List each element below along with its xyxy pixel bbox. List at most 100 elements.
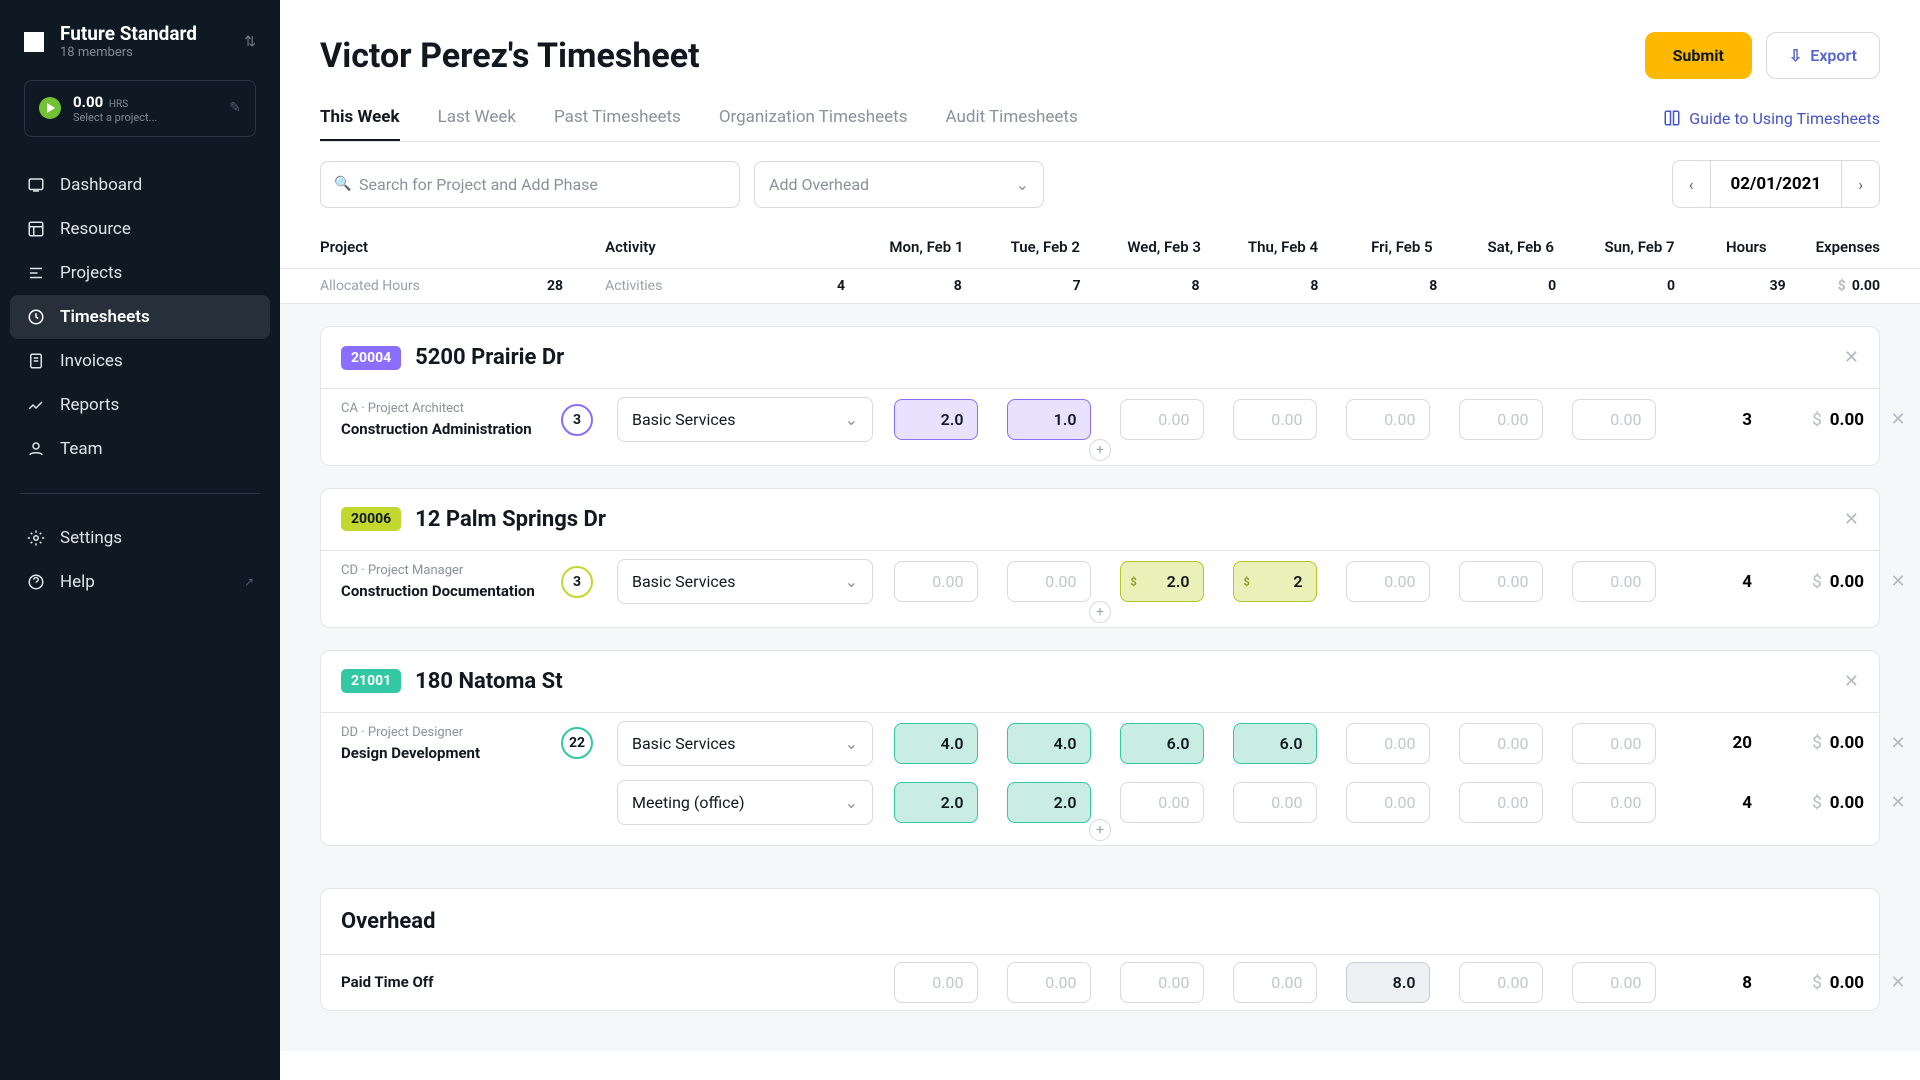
- day-input[interactable]: 2.0: [894, 782, 978, 823]
- budget-circle: 22: [561, 727, 593, 759]
- day-input[interactable]: 4.0: [894, 723, 978, 764]
- delete-row-button[interactable]: ✕: [1880, 972, 1916, 993]
- day-input[interactable]: 0.00: [1459, 399, 1543, 440]
- activity-select[interactable]: Basic Services⌄: [617, 721, 873, 766]
- add-row-button[interactable]: +: [1089, 819, 1111, 841]
- header-tue: Tue, Feb 2: [986, 226, 1105, 269]
- nav-item-team[interactable]: Team: [10, 427, 270, 471]
- delete-row-button[interactable]: ✕: [1880, 409, 1916, 430]
- timer-subtitle: Select a project...: [73, 111, 217, 124]
- projects-icon: [26, 263, 46, 283]
- secondary-nav: Settings Help↗: [0, 512, 280, 608]
- day-input[interactable]: 0.00: [1120, 782, 1204, 823]
- day-input[interactable]: 4.0: [1007, 723, 1091, 764]
- row-hours: 4: [1670, 793, 1760, 813]
- date-display[interactable]: 02/01/2021: [1710, 161, 1843, 207]
- budget-circle: 3: [561, 566, 593, 598]
- tab-last-week[interactable]: Last Week: [438, 107, 516, 141]
- delete-row-button[interactable]: ✕: [1880, 571, 1916, 592]
- nav-item-dashboard[interactable]: Dashboard: [10, 163, 270, 207]
- day-input[interactable]: 2.0: [894, 399, 978, 440]
- day-input[interactable]: 0.00: [1459, 561, 1543, 602]
- day-input[interactable]: 0.00: [1120, 962, 1204, 1003]
- day-input[interactable]: 0.00: [1459, 962, 1543, 1003]
- day-input[interactable]: 1.0: [1007, 399, 1091, 440]
- day-input[interactable]: 0.00: [1233, 399, 1317, 440]
- delete-row-button[interactable]: ✕: [1880, 792, 1916, 813]
- day-input[interactable]: 2.0: [1120, 561, 1204, 602]
- activity-select[interactable]: Basic Services⌄: [617, 397, 873, 442]
- project-badge: 20004: [341, 346, 401, 370]
- day-input[interactable]: 0.00: [1572, 782, 1656, 823]
- brand-subtitle: 18 members: [60, 45, 228, 60]
- day-input[interactable]: 0.00: [1346, 782, 1430, 823]
- activity-select[interactable]: Basic Services⌄: [617, 559, 873, 604]
- chevron-down-icon: ⌄: [845, 793, 858, 812]
- export-button[interactable]: ⇩ Export: [1766, 32, 1880, 79]
- day-input[interactable]: 0.00: [894, 561, 978, 602]
- row-hours: 20: [1670, 733, 1760, 753]
- overhead-select[interactable]: Add Overhead ⌄: [754, 161, 1044, 208]
- day-input[interactable]: 2.0: [1007, 782, 1091, 823]
- book-icon: [1663, 109, 1681, 127]
- tab-organization[interactable]: Organization Timesheets: [719, 107, 908, 141]
- nav-item-help[interactable]: Help↗: [10, 560, 270, 604]
- project-header: 21001 180 Natoma St ✕: [320, 650, 1880, 713]
- edit-icon[interactable]: ✎: [229, 100, 241, 116]
- guide-link[interactable]: Guide to Using Timesheets: [1663, 109, 1880, 140]
- nav-item-invoices[interactable]: Invoices: [10, 339, 270, 383]
- day-input[interactable]: 0.00: [1233, 782, 1317, 823]
- day-input[interactable]: 6.0: [1120, 723, 1204, 764]
- day-input[interactable]: 0.00: [1459, 782, 1543, 823]
- help-icon: [26, 572, 46, 592]
- tab-past[interactable]: Past Timesheets: [554, 107, 681, 141]
- day-input[interactable]: 0.00: [1007, 962, 1091, 1003]
- timer-widget[interactable]: 0.00 HRS Select a project... ✎: [24, 80, 256, 137]
- tab-audit[interactable]: Audit Timesheets: [946, 107, 1078, 141]
- gear-icon: [26, 528, 46, 548]
- close-icon[interactable]: ✕: [1844, 509, 1859, 530]
- brand-switcher[interactable]: Future Standard 18 members ⇅: [0, 24, 280, 80]
- add-row-button[interactable]: +: [1089, 601, 1111, 623]
- project-badge: 21001: [341, 669, 401, 693]
- phase-label: Construction Administration: [341, 420, 561, 439]
- activity-select[interactable]: Meeting (office)⌄: [617, 780, 873, 825]
- add-row-button[interactable]: +: [1089, 439, 1111, 461]
- chevron-down-icon: ⌄: [845, 734, 858, 753]
- date-next-button[interactable]: ›: [1842, 162, 1879, 207]
- role-label: DD · Project Designer: [341, 725, 561, 740]
- day-input[interactable]: 0.00: [1346, 723, 1430, 764]
- day-input[interactable]: 6.0: [1233, 723, 1317, 764]
- nav-item-projects[interactable]: Projects: [10, 251, 270, 295]
- day-input[interactable]: 0.00: [1572, 399, 1656, 440]
- day-input[interactable]: 0.00: [1346, 399, 1430, 440]
- submit-button[interactable]: Submit: [1645, 32, 1752, 79]
- day-input[interactable]: 0.00: [1007, 561, 1091, 602]
- close-icon[interactable]: ✕: [1844, 347, 1859, 368]
- nav-item-reports[interactable]: Reports: [10, 383, 270, 427]
- day-input[interactable]: 0.00: [1120, 399, 1204, 440]
- day-input[interactable]: 0.00: [894, 962, 978, 1003]
- day-input[interactable]: 2: [1233, 561, 1317, 602]
- play-icon[interactable]: [39, 97, 61, 119]
- row-expenses: $0.00: [1760, 793, 1880, 813]
- day-input[interactable]: 0.00: [1572, 962, 1656, 1003]
- chevron-down-icon: ⌄: [845, 410, 858, 429]
- search-project[interactable]: 🔍: [320, 161, 740, 208]
- day-input[interactable]: 8.0: [1346, 962, 1430, 1003]
- day-input[interactable]: 0.00: [1233, 962, 1317, 1003]
- chevron-down-icon: ⌄: [1016, 175, 1029, 194]
- delete-row-button[interactable]: ✕: [1880, 733, 1916, 754]
- search-input[interactable]: [320, 161, 740, 208]
- nav-item-timesheets[interactable]: Timesheets: [10, 295, 270, 339]
- chevron-down-icon: ⌄: [845, 572, 858, 591]
- day-input[interactable]: 0.00: [1572, 561, 1656, 602]
- day-input[interactable]: 0.00: [1572, 723, 1656, 764]
- nav-item-resource[interactable]: Resource: [10, 207, 270, 251]
- day-input[interactable]: 0.00: [1346, 561, 1430, 602]
- tab-this-week[interactable]: This Week: [320, 107, 400, 141]
- nav-item-settings[interactable]: Settings: [10, 516, 270, 560]
- day-input[interactable]: 0.00: [1459, 723, 1543, 764]
- date-prev-button[interactable]: ‹: [1673, 162, 1710, 207]
- close-icon[interactable]: ✕: [1844, 671, 1859, 692]
